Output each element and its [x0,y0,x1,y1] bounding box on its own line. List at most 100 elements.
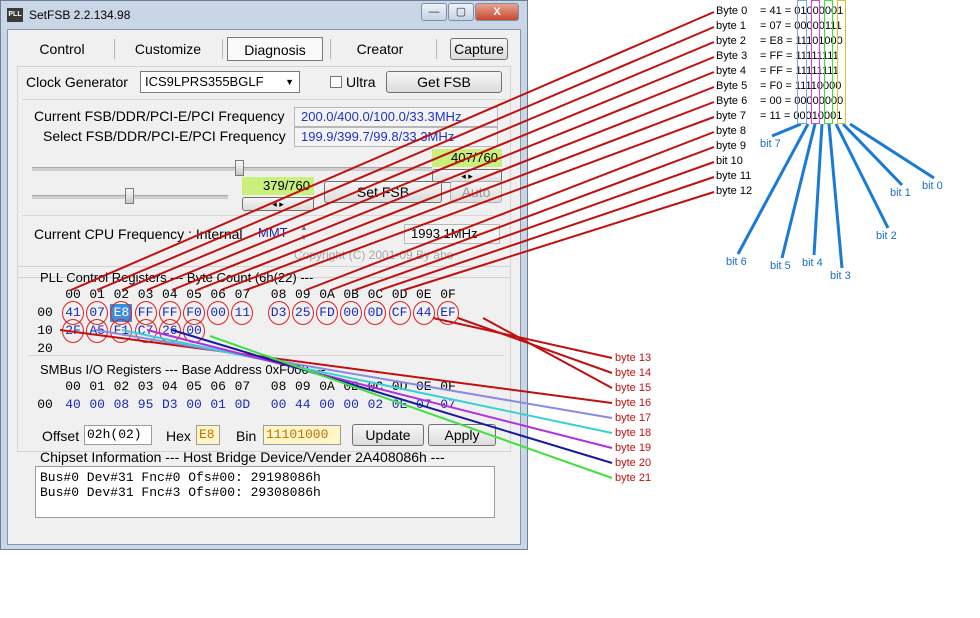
tab-customize[interactable]: Customize [118,37,218,61]
byte-annotation-label: byte 14 [615,367,652,379]
highlight-circle [267,301,290,325]
offset-label: Offset [42,428,80,444]
chipset-line: Bus#0 Dev#31 Fnc#0 Ofs#00: 29198086h [40,470,321,485]
pll-slider-readout: 379/760 [242,177,314,195]
register-column-header: 02 [113,379,130,394]
bit-column [797,0,807,124]
register-cell[interactable]: 00 [183,396,205,414]
auto-button[interactable]: Auto [450,181,502,203]
register-column-header: 01 [89,379,105,394]
update-button[interactable]: Update [352,424,424,446]
client-area: Control Customize Diagnosis Creator Capt… [7,29,521,545]
register-cell[interactable]: 07 [413,396,435,414]
clock-generator-select[interactable]: ICS9LPRS355BGLF ▼ [140,71,300,93]
register-cell[interactable]: 00 [86,396,108,414]
spin-down-icon[interactable]: ▼ [300,233,308,242]
register-column-header: 00 [65,379,81,394]
get-fsb-button[interactable]: Get FSB [386,71,502,93]
title-bar[interactable]: PLL SetFSB 2.2.134.98 — ▢ X [1,1,527,29]
apply-button[interactable]: Apply [428,424,496,446]
tab-diagnosis[interactable]: Diagnosis [227,37,323,61]
register-column-header: 07 [234,379,251,394]
register-cell[interactable]: 00 [268,396,290,414]
chipset-info-label: Chipset Information --- Host Bridge Devi… [40,449,445,465]
byte-annotation-label: byte 13 [615,352,652,364]
annotation-connector [780,123,817,259]
fsb-slider-track[interactable] [32,167,432,171]
register-cell[interactable]: D3 [159,396,181,414]
clock-generator-label: Clock Generator [26,74,128,90]
register-cell[interactable]: 02 [364,396,386,414]
tab-separator [114,39,115,59]
copyright-text: Copyright (C) 2001-09 By abo [294,248,454,262]
maximize-button[interactable]: ▢ [448,3,474,21]
register-cell[interactable]: 08 [110,396,132,414]
register-cell[interactable]: 40 [62,396,84,414]
byte-annotation-label: Byte 6 [716,95,748,107]
current-frequency-value: 200.0/400.0/100.0/33.3MHz [294,107,498,127]
fsb-slider-thumb[interactable] [235,160,244,176]
byte-annotation-label: byte 1 [716,20,746,32]
register-row-label: 00 [37,305,53,320]
byte-annotation-label: byte 17 [615,412,652,424]
bit-annotation-label: bit 3 [830,270,851,282]
capture-button[interactable]: Capture [450,38,508,60]
bit-annotation-label: bit 7 [760,138,781,150]
tab-control[interactable]: Control [12,37,112,61]
byte-annotation-label: Byte 5 [716,80,748,92]
close-button[interactable]: X [475,3,519,21]
bit-annotation-label: bit 4 [802,257,823,269]
clock-panel: Clock Generator ICS9LPRS355BGLF ▼ Ultra … [17,66,511,278]
highlight-circle [158,319,181,343]
minimize-button[interactable]: — [421,3,447,21]
chipset-info-box[interactable]: Bus#0 Dev#31 Fnc#0 Ofs#00: 29198086h Bus… [35,466,495,518]
register-row-label: 00 [37,397,53,412]
register-column-header: 05 [186,379,202,394]
smbus-registers-header: SMBus I/O Registers --- Base Address 0xF… [40,362,326,377]
pll-stepper[interactable]: ◂ ▸ [242,197,314,211]
annotation-connector [841,122,904,187]
setfsb-window: PLL SetFSB 2.2.134.98 — ▢ X Control Cust… [0,0,528,550]
byte-annotation-label: Byte 0 [716,5,748,17]
window-title: SetFSB 2.2.134.98 [29,8,131,22]
register-cell[interactable]: 01 [207,396,229,414]
register-cell[interactable]: 95 [135,396,157,414]
byte-annotation-label: byte 19 [615,442,652,454]
register-cell[interactable]: 0E [389,396,411,414]
bit-annotation-label: bit 5 [770,260,791,272]
byte-annotation-label: byte 16 [615,397,652,409]
byte-annotation-label: Byte 3 [716,50,748,62]
pll-app-icon: PLL [7,8,23,22]
offset-input[interactable]: 02h(02) [84,425,152,445]
spin-up-icon[interactable]: ▲ [300,223,308,232]
ultra-checkbox[interactable] [330,76,342,88]
register-cell[interactable]: 00 [316,396,338,414]
tab-creator[interactable]: Creator [332,37,428,61]
register-cell[interactable]: 0D [231,396,253,414]
register-cell[interactable]: 07 [437,396,459,414]
highlight-circle [437,301,459,325]
register-column-header: 0C [367,379,384,394]
tab-separator [436,39,437,59]
register-cell[interactable]: 00 [340,396,362,414]
chipset-line: Bus#0 Dev#31 Fnc#3 Ofs#00: 29308086h [40,485,321,500]
set-fsb-button[interactable]: Set FSB [324,181,442,203]
register-cell[interactable]: 44 [292,396,314,414]
bit-annotation-label: bit 1 [890,187,911,199]
fsb-slider-readout: 407/760 [432,149,502,167]
register-column-header: 03 [137,379,154,394]
cpu-source-value[interactable]: MMT [258,225,288,240]
bin-input[interactable]: 11101000 [263,425,341,445]
pll-slider-thumb[interactable] [125,188,134,204]
highlight-circle [388,301,411,325]
highlight-circle [316,301,338,325]
hex-input[interactable]: E8 [196,425,220,445]
smbus-register-grid: 00 01 02 03 04 05 06 07 08 09 0A 0B 0C 0D 0E 0F 00 40 00 08… [34,378,514,418]
register-column-header: 04 [161,379,178,394]
tab-bar: Control Customize Diagnosis Creator Capt… [8,32,520,64]
highlight-circle [62,319,84,343]
register-column-header: 0A [319,379,335,394]
register-row-label: 10 [37,323,53,338]
bit-annotation-label: bit 6 [726,256,747,268]
byte-annotation-label: bit 10 [716,155,743,167]
